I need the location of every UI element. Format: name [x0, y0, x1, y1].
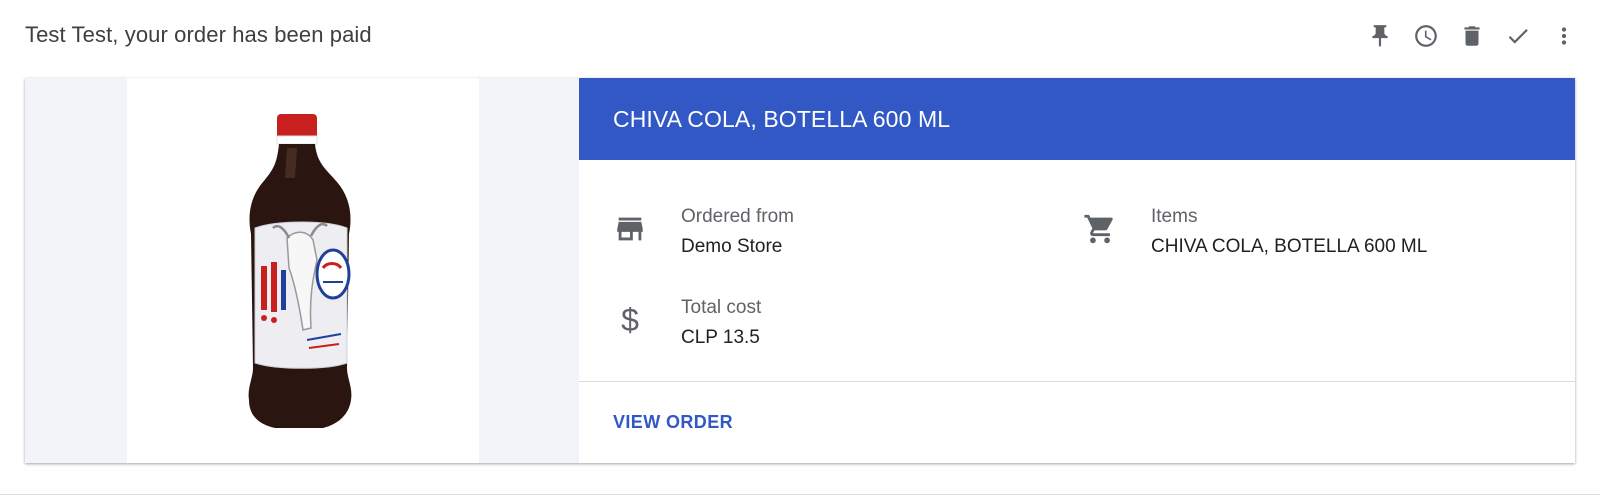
more-vert-icon: [1561, 27, 1567, 45]
total-cost-label: Total cost: [681, 297, 762, 318]
items-text: Items CHIVA COLA, BOTELLA 600 ML: [1151, 204, 1427, 262]
notification-subject: Test Test, your order has been paid: [25, 22, 372, 47]
notification-header: Test Test, your order has been paid: [0, 0, 1600, 78]
view-order-button[interactable]: VIEW ORDER: [613, 412, 733, 433]
shopping-cart-icon: [1083, 212, 1117, 246]
product-image-frame: [127, 78, 479, 463]
ordered-from-value: Demo Store: [681, 236, 783, 257]
order-title: CHIVA COLA, BOTELLA 600 ML: [613, 105, 951, 132]
order-card: CHIVA COLA, BOTELLA 600 ML Ordered from …: [25, 78, 1575, 463]
order-title-bar: CHIVA COLA, BOTELLA 600 ML: [579, 78, 1575, 160]
delete-button[interactable]: [1452, 16, 1492, 56]
cola-bottle-image: [248, 114, 352, 428]
mark-done-button[interactable]: [1498, 16, 1538, 56]
items-block: Items CHIVA COLA, BOTELLA 600 ML: [1083, 204, 1427, 257]
delete-trash-icon: [1464, 26, 1480, 46]
product-media: [25, 78, 579, 463]
items-label: Items: [1151, 206, 1198, 227]
snooze-clock-icon: [1415, 25, 1437, 47]
items-value: CHIVA COLA, BOTELLA 600 ML: [1151, 236, 1428, 257]
order-details: CHIVA COLA, BOTELLA 600 ML Ordered from …: [579, 78, 1575, 463]
notification-toolbar: [1354, 16, 1584, 56]
total-cost-text: Total cost CLP 13.5: [681, 295, 761, 353]
order-footer: VIEW ORDER: [579, 382, 1575, 463]
total-cost-value: CLP 13.5: [681, 327, 760, 348]
more-options-button[interactable]: [1544, 16, 1584, 56]
ordered-from-label: Ordered from: [681, 206, 794, 227]
snooze-button[interactable]: [1406, 16, 1446, 56]
pin-button[interactable]: [1360, 16, 1400, 56]
total-cost-block: $ Total cost CLP 13.5: [613, 295, 761, 348]
bottom-divider: [0, 494, 1600, 495]
pin-icon: [1372, 25, 1388, 47]
mark-done-check-icon: [1508, 29, 1528, 44]
store-icon: [613, 212, 647, 246]
dollar-symbol: $: [621, 302, 639, 338]
ordered-from-text: Ordered from Demo Store: [681, 204, 794, 262]
dollar-icon: $: [613, 303, 647, 337]
order-info: Ordered from Demo Store Items CHIVA COLA…: [579, 160, 1575, 382]
ordered-from-block: Ordered from Demo Store: [613, 204, 794, 257]
